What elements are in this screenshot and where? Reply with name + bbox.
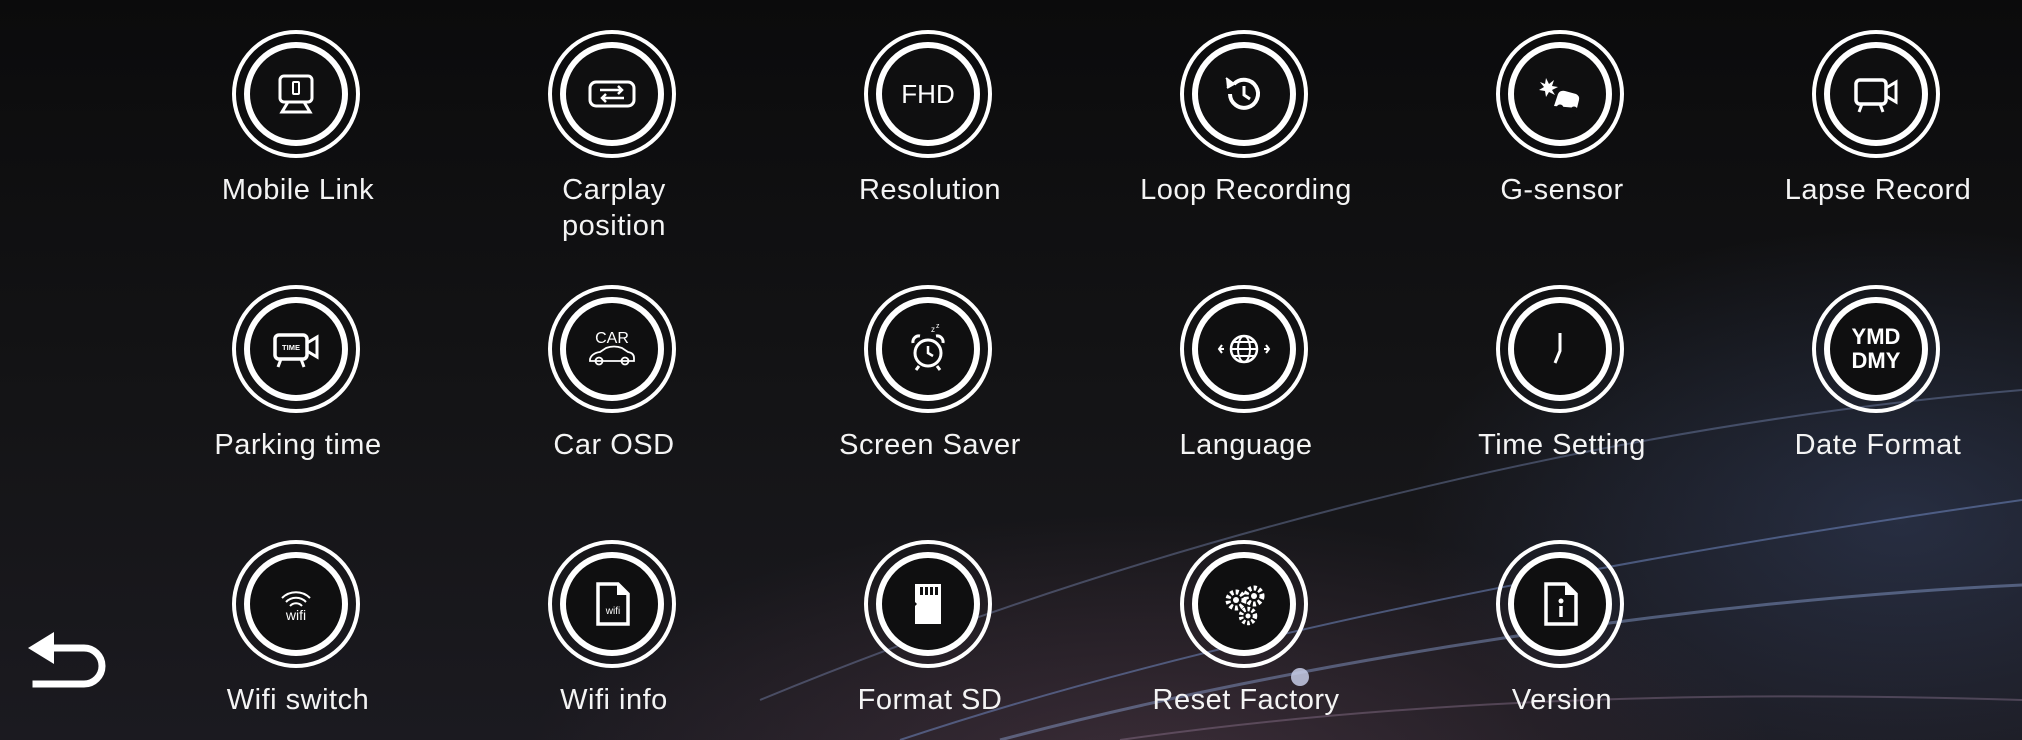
menu-item-label: Resolution [858,174,1002,206]
parking-time-icon: TIME [273,333,319,368]
reset-factory-icon [1225,585,1265,626]
menu-item-mobile-link[interactable]: Mobile Link [148,30,448,240]
car-osd-icon-text: CAR [595,330,629,347]
menu-item-label: Wifi switch [226,684,370,716]
menu-item-loop-recording[interactable]: Loop Recording [1096,30,1396,240]
format-sd-icon [915,584,941,624]
language-icon [1217,334,1271,364]
menu-item-format-sd[interactable]: Format SD [780,540,1080,740]
lapse-record-icon [1854,78,1898,113]
menu-item-label: Parking time [214,429,382,461]
wifi-switch-icon-text: wifi [285,607,306,623]
back-button[interactable] [22,630,122,710]
menu-item-label: Wifi info [560,684,668,716]
menu-item-label: Time Setting [1478,429,1646,461]
menu-item-label: Language [1179,429,1313,461]
mobile-link-icon [278,74,314,114]
menu-item-wifi-switch[interactable]: wifi Wifi switch [148,540,448,740]
menu-item-lapse-record[interactable]: Lapse Record [1728,30,2022,240]
menu-item-carplay-position[interactable]: Carplay position [464,30,764,242]
menu-item-label: Mobile Link [221,174,375,206]
menu-item-car-osd[interactable]: CAR Car OSD [464,285,764,495]
loop-recording-icon [1225,77,1260,110]
menu-item-resolution[interactable]: FHD Resolution [780,30,1080,240]
g-sensor-icon [1539,78,1580,114]
menu-item-parking-time[interactable]: TIME Parking time [148,285,448,495]
date-format-icon: YMD DMY [1851,324,1901,373]
menu-item-version[interactable]: Version [1412,540,1712,740]
menu-item-screen-saver[interactable]: z z Screen Saver [780,285,1080,495]
menu-item-language[interactable]: Language [1096,285,1396,495]
menu-item-label: Reset Factory [1152,684,1340,716]
menu-item-label: G-sensor [1500,174,1624,206]
screen-saver-icon: z z [911,323,945,371]
svg-text:z: z [931,325,935,334]
carplay-position-icon [588,80,636,108]
menu-item-g-sensor[interactable]: G-sensor [1412,30,1712,240]
version-icon [1544,582,1578,626]
svg-text:z: z [936,323,940,330]
wifi-info-icon-text: wifi [605,606,620,617]
menu-item-label: Date Format [1794,429,1962,461]
menu-item-label: Car OSD [553,429,675,461]
time-setting-icon [1553,333,1562,364]
menu-item-label: Lapse Record [1784,174,1972,206]
menu-item-label: Format SD [857,684,1003,716]
menu-item-wifi-info[interactable]: wifi Wifi info [464,540,764,740]
menu-item-time-setting[interactable]: Time Setting [1412,285,1712,495]
wifi-switch-icon: wifi [281,591,311,623]
menu-item-reset-factory[interactable]: Reset Factory [1096,540,1396,740]
back-arrow-icon [28,632,106,688]
wifi-info-icon: wifi [596,582,630,626]
menu-item-label: Loop Recording [1140,174,1352,206]
settings-screen: Mobile Link Carplay position FHD Resolut… [0,0,2022,740]
menu-item-label: Carplay position [562,174,666,242]
menu-item-date-format[interactable]: YMD DMY Date Format [1728,285,2022,495]
car-osd-icon: CAR [589,330,635,366]
resolution-icon: FHD [901,79,955,109]
menu-item-label: Version [1511,684,1613,716]
parking-time-icon-text: TIME [282,343,300,352]
menu-item-label: Screen Saver [839,429,1021,461]
